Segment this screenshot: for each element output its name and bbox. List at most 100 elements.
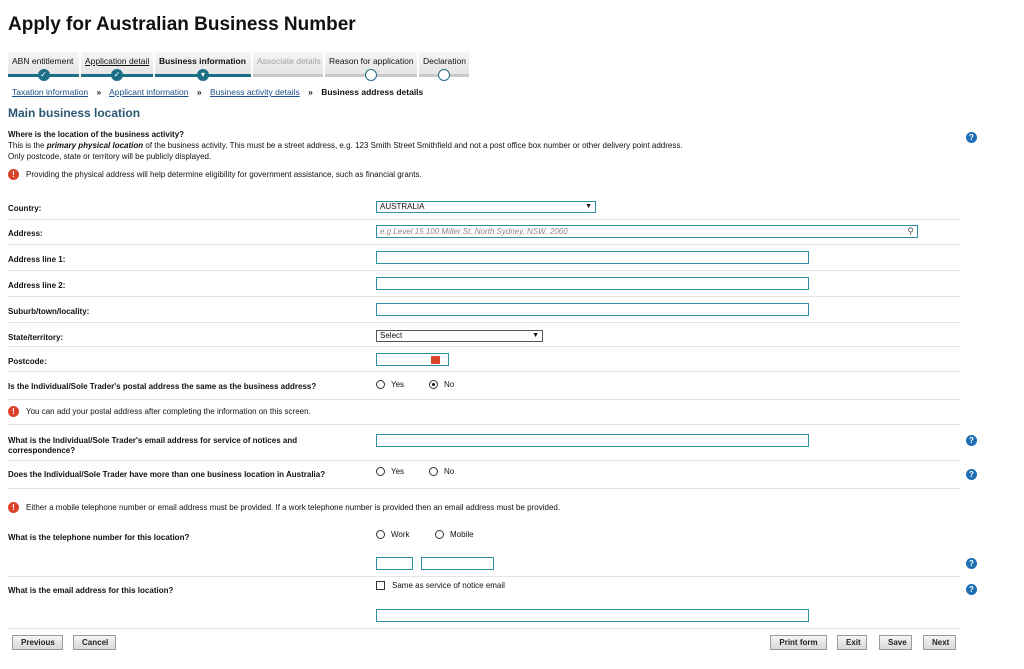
multiple-locations-label: Does the Individual/Sole Trader have mor…	[8, 470, 326, 479]
radio-circle	[435, 530, 444, 539]
postal-same-no-radio[interactable]: No	[429, 380, 454, 389]
save-button[interactable]: Save	[879, 635, 912, 650]
telephone-work-radio[interactable]: Work	[376, 530, 410, 539]
breadcrumb-taxation-information[interactable]: Taxation information	[12, 87, 88, 97]
location-email-label: What is the email address for this locat…	[8, 586, 174, 595]
pending-step-icon	[365, 69, 377, 81]
previous-button[interactable]: Previous	[12, 635, 63, 650]
telephone-label: What is the telephone number for this lo…	[8, 533, 190, 542]
state-label: State/territory:	[8, 333, 64, 342]
breadcrumb-separator: »	[196, 87, 202, 97]
check-icon: ✓	[37, 69, 50, 81]
same-as-notice-email-checkbox[interactable]: Same as service of notice email	[376, 581, 505, 590]
radio-label: Yes	[391, 467, 405, 476]
help-icon[interactable]: ?	[966, 132, 977, 143]
step-application-detail[interactable]: Application detail ✓	[81, 52, 153, 81]
breadcrumb-business-activity-details[interactable]: Business activity details	[210, 87, 300, 97]
radio-label: Mobile	[450, 530, 474, 539]
step-abn-entitlement[interactable]: ABN entitlement ✓	[8, 52, 79, 81]
warning-icon: !	[8, 502, 19, 513]
address-search-input[interactable]: e.g Level 15 100 Miller St, North Sydney…	[376, 225, 918, 238]
postal-same-label: Is the Individual/Sole Trader's postal a…	[8, 382, 317, 391]
step-associate-details: Associate details	[253, 52, 323, 77]
state-value: Select	[380, 331, 403, 340]
country-label: Country:	[8, 204, 42, 213]
breadcrumb: Taxation information » Applicant informa…	[12, 87, 423, 97]
warning-icon: !	[8, 406, 19, 417]
pending-step-icon	[438, 69, 450, 81]
intro-line-2: Only postcode, state or territory will b…	[8, 152, 212, 161]
telephone-mobile-radio[interactable]: Mobile	[435, 530, 474, 539]
address-line1-label: Address line 1:	[8, 255, 66, 264]
postal-later-notice: ! You can add your postal address after …	[8, 406, 311, 417]
location-email-input[interactable]	[376, 609, 809, 622]
suburb-input[interactable]	[376, 303, 809, 316]
radio-label: Work	[391, 530, 410, 539]
telephone-number-input[interactable]	[421, 557, 494, 570]
physical-address-notice: ! Providing the physical address will he…	[8, 169, 422, 180]
radio-label: No	[444, 380, 455, 389]
intro-text: Where is the location of the business ac…	[8, 129, 908, 162]
section-heading: Main business location	[8, 106, 141, 120]
address-line2-label: Address line 2:	[8, 281, 66, 290]
notice-email-input[interactable]	[376, 434, 809, 447]
breadcrumb-separator: »	[308, 87, 313, 97]
intro-question: Where is the location of the business ac…	[8, 130, 185, 139]
multiple-locations-no-radio[interactable]: No	[429, 467, 454, 476]
suburb-label: Suburb/town/locality:	[8, 307, 90, 316]
help-icon[interactable]: ?	[966, 469, 977, 480]
print-form-button[interactable]: Print form	[770, 635, 827, 650]
warning-icon: !	[8, 169, 19, 180]
cancel-button[interactable]: Cancel	[73, 635, 116, 650]
state-select[interactable]: Select ▼	[376, 330, 543, 342]
checkbox-label: Same as service of notice email	[392, 581, 505, 590]
current-step-icon: ▾	[197, 69, 209, 81]
step-declaration: Declaration	[419, 52, 469, 81]
radio-circle-selected	[429, 380, 438, 389]
address-label: Address:	[8, 229, 43, 238]
help-icon[interactable]: ?	[966, 558, 977, 569]
step-business-information: Business information ▾	[155, 52, 251, 81]
exit-button[interactable]: Exit	[837, 635, 867, 650]
check-icon: ✓	[111, 69, 123, 81]
notice-email-label: What is the Individual/Sole Trader's ema…	[8, 436, 298, 455]
notice-text: Either a mobile telephone number or emai…	[26, 503, 561, 512]
notice-text: Providing the physical address will help…	[26, 170, 422, 179]
radio-circle	[376, 467, 385, 476]
step-reason-for-application: Reason for application	[325, 52, 417, 81]
address-line2-input[interactable]	[376, 277, 809, 290]
postal-same-yes-radio[interactable]: Yes	[376, 380, 404, 389]
chevron-down-icon: ▼	[585, 203, 592, 210]
help-icon[interactable]: ?	[966, 435, 977, 446]
breadcrumb-current: Business address details	[321, 87, 424, 97]
radio-circle	[376, 530, 385, 539]
radio-circle	[429, 467, 438, 476]
telephone-area-code-input[interactable]	[376, 557, 413, 570]
page-title: Apply for Australian Business Number	[8, 14, 356, 35]
step-label: Associate details	[257, 56, 321, 66]
step-label: Business information	[159, 56, 246, 66]
country-select[interactable]: AUSTRALIA ▼	[376, 201, 596, 213]
radio-label: No	[444, 467, 455, 476]
step-label: Application detail	[85, 56, 150, 66]
notice-text: You can add your postal address after co…	[26, 407, 311, 416]
multiple-locations-yes-radio[interactable]: Yes	[376, 467, 404, 476]
search-icon[interactable]: ⚲	[907, 226, 914, 237]
address-placeholder: e.g Level 15 100 Miller St, North Sydney…	[380, 227, 568, 236]
postcode-label: Postcode:	[8, 357, 47, 366]
radio-label: Yes	[391, 380, 405, 389]
intro-line-1: This is the primary physical location of…	[8, 141, 683, 150]
breadcrumb-separator: »	[96, 87, 102, 97]
checkbox-box	[376, 581, 385, 590]
address-line1-input[interactable]	[376, 251, 809, 264]
radio-circle	[376, 380, 385, 389]
validation-icon	[431, 356, 440, 364]
step-label: ABN entitlement	[12, 56, 74, 66]
postcode-input[interactable]	[376, 353, 449, 366]
contact-required-notice: ! Either a mobile telephone number or em…	[8, 502, 560, 513]
next-button[interactable]: Next	[923, 635, 956, 650]
country-value: AUSTRALIA	[380, 202, 425, 211]
help-icon[interactable]: ?	[966, 584, 977, 595]
breadcrumb-applicant-information[interactable]: Applicant information	[109, 87, 188, 97]
chevron-down-icon: ▼	[532, 332, 539, 339]
